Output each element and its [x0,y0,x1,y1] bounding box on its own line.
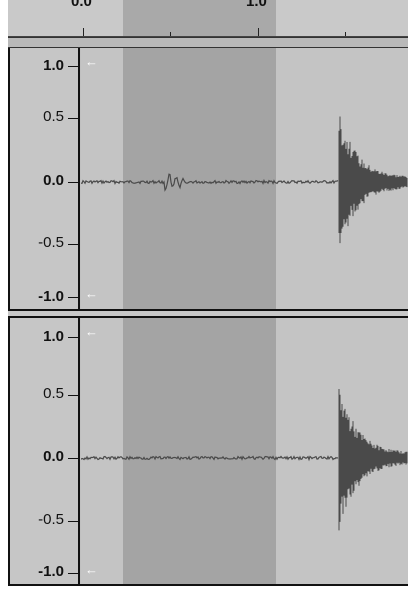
scale-label: 0.0 [43,448,64,465]
scale-tick [68,395,78,396]
scale-tick [68,573,78,574]
audio-track-view: 0.0 1.0 1.0 0.5 0.0 -0.5 -1.0 ← ← 1.0 0.… [8,0,408,586]
scale-label: 0.5 [43,108,64,125]
timeline-label-0: 0.0 [71,0,92,10]
scale-label: 1.0 [43,328,64,345]
scale-label: 1.0 [43,57,64,74]
scale-tick [68,521,78,522]
scale-tick [68,337,78,338]
timeline-tick [83,28,84,36]
scale-label: -1.0 [38,563,64,580]
timeline-tick [170,32,171,36]
channel-divider[interactable] [8,309,408,318]
scale-label: 0.5 [43,385,64,402]
scale-tick [68,297,78,298]
channel-2: 1.0 0.5 0.0 -0.5 -1.0 ← ← [8,318,408,584]
timeline-ruler[interactable]: 0.0 1.0 [8,0,408,37]
scale-tick [68,66,78,67]
waveform-trace [81,389,408,531]
scale-label: 0.0 [43,172,64,189]
timeline-tick [258,28,259,36]
amplitude-ruler-2[interactable]: 1.0 0.5 0.0 -0.5 -1.0 [8,318,80,584]
scale-tick [68,118,78,119]
scale-tick [68,458,78,459]
waveform-trace [81,116,408,244]
timeline-tick [345,32,346,36]
waveform-area-2[interactable]: ← ← [81,318,408,584]
scale-tick [68,182,78,183]
timeline-label-1: 1.0 [246,0,267,10]
scale-label: -0.5 [38,234,64,251]
amplitude-ruler-1[interactable]: 1.0 0.5 0.0 -0.5 -1.0 [8,48,80,309]
scale-label: -0.5 [38,511,64,528]
waveform-area-1[interactable]: ← ← [81,48,408,309]
scale-tick [68,244,78,245]
track-bottom-border [8,584,408,586]
channel-1: 1.0 0.5 0.0 -0.5 -1.0 ← ← [8,48,408,309]
track-separator [8,37,408,48]
scale-label: -1.0 [38,288,64,305]
